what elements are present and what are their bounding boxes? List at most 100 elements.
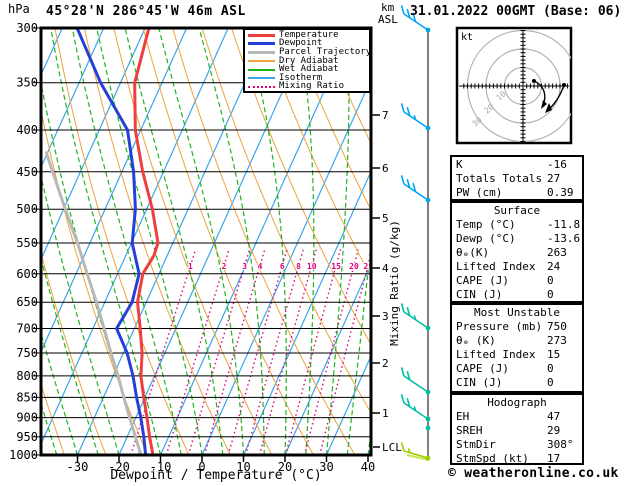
table-row-value: 273 (547, 334, 567, 347)
wind-barb-dot (425, 325, 431, 331)
mixing-ratio-line (244, 249, 304, 455)
table-row: K -16 (456, 158, 582, 172)
km-tick-label: 6 (382, 162, 389, 175)
legend-swatch-dry-adiabat (248, 60, 275, 63)
table-row: StmSpd (kt) 17 (456, 452, 582, 466)
table-row: Dewp (°C) -13.6 (456, 232, 582, 246)
mixing-ratio-value-label: 10 (307, 262, 317, 271)
table-section-surface: Surface Temp (°C) -11.8 Dewp (°C) -13.6 θₑ(K)… (450, 201, 584, 303)
wind-barb-shaft (403, 111, 429, 129)
wind-barb-dot (425, 389, 431, 395)
lcl-label: LCL (382, 441, 402, 454)
table-row: Lifted Index 15 (456, 348, 582, 362)
table-row: θₑ (K) 273 (456, 334, 582, 348)
table-row-label: Dewp (°C) (456, 232, 516, 245)
wind-barb-tick (400, 394, 405, 404)
datetime-label: 31.01.2022 00GMT (Base: 06) (410, 4, 622, 19)
legend-swatch-mixing-ratio (248, 85, 275, 88)
hodograph-unit-label: kt (461, 32, 473, 43)
table-row-label: CIN (J) (456, 288, 503, 301)
legend-swatch-isotherm (248, 77, 275, 80)
table-section-most-unstable: Most Unstable Pressure (mb) 750 θₑ (K) 273 Li… (450, 303, 584, 393)
pressure-tick-label: 750 (16, 346, 38, 360)
table-section-title: Most Unstable (473, 306, 561, 319)
wind-barb (400, 303, 431, 331)
legend-swatch-temperature (248, 33, 275, 37)
wind-barb-shaft (403, 311, 429, 329)
legend-swatch-wet-adiabat (248, 68, 275, 71)
table-row-label: EH (456, 410, 470, 423)
mixing-ratio-axis-label: Mixing Ratio (g/kg) (388, 220, 401, 346)
table-row-label: Totals Totals (456, 172, 543, 185)
wind-barb (400, 175, 431, 203)
legend-item-label: Mixing Ratio (279, 81, 345, 92)
table-row-label: Pressure (mb) (456, 320, 543, 333)
mixing-ratio-value-label: 8 (296, 262, 301, 271)
table-section-indices: K -16 Totals Totals 27 PW (cm) 0.39 (450, 155, 584, 201)
table-row-label: StmSpd (kt) (456, 452, 529, 465)
wind-barb (400, 394, 431, 422)
pressure-tick-label: 650 (16, 295, 38, 309)
table-row-value: 0 (547, 274, 554, 287)
table-row-value: 29 (547, 424, 561, 437)
table-row-value: -11.8 (547, 218, 581, 231)
table-row: θₑ(K) 263 (456, 246, 582, 260)
skewt-sounding-chart: 1 2 3 4 6 8 10 15 20 25 Mixing Ratio (g/kg) 300 350 4… (0, 0, 629, 486)
table-row-label: SREH (456, 424, 483, 437)
table-row: Pressure (mb) 750 (456, 320, 582, 334)
wind-barb-shaft (403, 402, 429, 420)
table-row-value: 0 (547, 288, 554, 301)
table-row: Totals Totals 27 (456, 172, 582, 186)
table-section-title: Hodograph (487, 396, 547, 409)
table-row-label: θₑ(K) (456, 246, 490, 259)
parcel-trajectory-curve (44, 151, 143, 455)
table-row: Temp (°C) -11.8 (456, 218, 582, 232)
table-row-value: 308° (547, 438, 574, 451)
wind-barb-dot (425, 455, 431, 461)
wind-barb-dot (425, 416, 431, 422)
wind-barb-tick (400, 175, 405, 185)
mixing-ratio-value-label: 1 (188, 262, 193, 271)
legend-swatch-dewpoint (248, 42, 275, 46)
table-row-value: 17 (547, 452, 561, 465)
table-row: PW (cm) 0.39 (456, 186, 582, 200)
temp-tick-label: 40 (361, 460, 375, 474)
pressure-tick-label: 450 (16, 165, 38, 179)
table-row-value: 24 (547, 260, 561, 273)
hodograph-panel: 102030kt (455, 26, 573, 145)
km-tick-label: 3 (382, 310, 389, 323)
table-row: StmDir 308° (456, 438, 582, 452)
table-section-title: Surface (493, 204, 541, 217)
wind-barb-column (400, 5, 431, 461)
wind-barb (400, 367, 431, 395)
table-row-label: Temp (°C) (456, 218, 516, 231)
wet-adiabat-line (71, 28, 182, 455)
wind-barb-tick (400, 367, 405, 377)
table-row-value: 47 (547, 410, 561, 423)
pressure-axis: 300 350 400 450 500 550 600 650 700 750 800 850 900 9… (9, 21, 40, 462)
legend: Temperature Dewpoint Parcel Trajectory Dry … (243, 28, 371, 93)
station-title: 45°28'N 286°45'W 46m ASL (46, 4, 246, 19)
table-section-hodograph: Hodograph EH 47 SREH 29 StmDir 308° StmSpd (kt)… (450, 393, 584, 465)
table-row-value: 15 (547, 348, 561, 361)
table-row: CIN (J) 0 (456, 376, 582, 390)
km-tick-label: 4 (382, 262, 389, 275)
km-tick-label: 2 (382, 357, 389, 370)
mixing-ratio-value-label: 3 (242, 262, 247, 271)
wind-barb-dot (425, 425, 431, 431)
wind-barb-shaft (403, 183, 429, 201)
pressure-tick-label: 600 (16, 267, 38, 281)
pressure-tick-label: 850 (16, 390, 38, 404)
table-row-label: CIN (J) (456, 376, 503, 389)
wind-barb (400, 103, 431, 131)
pressure-tick-label: 550 (16, 236, 38, 250)
table-row-label: Lifted Index (456, 260, 536, 273)
legend-swatch-parcel-trajectory (248, 50, 275, 54)
km-tick-label: 7 (382, 109, 389, 122)
wind-barb (400, 442, 431, 461)
pressure-tick-label: 500 (16, 202, 38, 216)
mixing-ratio-labels: 1 2 3 4 6 8 10 15 20 25 (187, 261, 374, 272)
mixing-ratio-value-label: 2 (222, 262, 227, 271)
mixing-ratio-value-label: 4 (258, 262, 263, 271)
table-row-value: 0 (547, 376, 554, 389)
